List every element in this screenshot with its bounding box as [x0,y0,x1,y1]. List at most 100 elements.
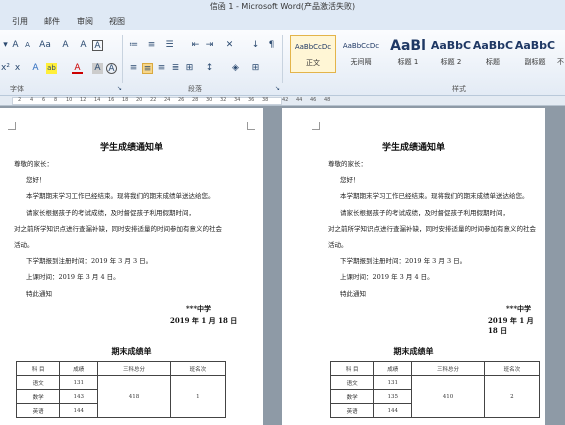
ruler-label: 18 [122,97,129,103]
numbering-icon[interactable]: ≡ [146,40,157,51]
shading-icon[interactable]: ◈ [230,63,241,74]
grades-table: 科 目 成绩 三科总分 班名次 语文 131 410 2 数学 135 英语 1… [329,361,541,418]
ruler-label: 48 [324,97,331,103]
char-border-icon[interactable]: A [92,40,103,51]
chinese-layout-icon[interactable]: ✕ [224,40,235,51]
table-header: 班名次 [483,361,541,376]
style-name: 无间隔 [350,58,372,66]
multilevel-list-icon[interactable]: ☰ [164,40,175,51]
ruler-label: 28 [192,97,199,103]
document-page-right[interactable]: 学生成绩通知单 尊敬的家长： 您好！ 本学期期末学习工作已经结束。现将我们的期末… [282,108,545,425]
body-line: 上课时间：2019 年 3 月 4 日。 [340,273,434,281]
table-title: 期末成绩单 [393,346,434,356]
rank-cell: 2 [483,375,541,418]
style-heading-2[interactable]: AaBbC 标题 2 [428,35,474,73]
style-preview: AaBl [390,38,426,54]
ruler-label: 36 [248,97,255,103]
tab-view[interactable]: 视图 [109,16,125,27]
style-heading-1[interactable]: AaBl 标题 1 [385,35,431,73]
ruler-label: 6 [42,97,46,103]
ruler-label: 4 [30,97,34,103]
window-title: 信函 1 - Microsoft Word(产品激活失败) [209,2,356,11]
align-right-icon[interactable]: ≡ [156,63,167,74]
tab-review[interactable]: 审阅 [77,16,93,27]
subject-cell: 数学 [15,389,61,404]
text-effect-icon[interactable]: A [30,63,41,74]
change-case-icon[interactable]: Aa [37,40,53,51]
borders-icon[interactable]: ⊞ [250,63,261,74]
grow-font-icon[interactable]: A [10,40,21,51]
margin-corner-mark [8,122,16,130]
table-header: 三科总分 [411,361,485,376]
align-center-icon[interactable]: ≡ [142,63,153,74]
style-preview: AaBbC [430,39,472,52]
distributed-icon[interactable]: ⊞ [184,63,195,74]
subject-cell: 语文 [15,375,61,390]
font-color-icon[interactable]: A [72,63,83,74]
font-dialog-launcher-icon[interactable]: ↘ [114,83,125,94]
body-line: 下学期报到注册时间：2019 年 3 月 3 日。 [26,257,153,265]
style-name: 副标题 [524,58,546,66]
document-page-left[interactable]: 学生成绩通知单 尊敬的家长： 您好！ 本学期期末学习工作已经结束。现将我们的期末… [0,108,263,425]
style-name: 标题 1 [397,58,419,66]
ruler-label: 14 [94,97,101,103]
style-title[interactable]: AaBbC 标题 [470,35,516,73]
ruler-label: 46 [310,97,317,103]
paragraph-group-label: 段落 [188,85,202,93]
enclose-char-icon[interactable]: A [106,63,117,74]
decrease-indent-icon[interactable]: ⇤ [190,40,201,51]
font-group-label: 字体 [10,85,24,93]
title-bar: 信函 1 - Microsoft Word(产品激活失败) [0,0,565,14]
show-marks-icon[interactable]: ¶ [266,40,277,51]
ruler-label: 16 [108,97,115,103]
bullets-icon[interactable]: ≔ [128,40,139,51]
body-line: 本学期期末学习工作已经结束。现将我们的期末成绩单送达给您。 [26,192,215,200]
align-left-icon[interactable]: ≡ [128,63,139,74]
body-line: 下学期报到注册时间：2019 年 3 月 3 日。 [340,257,467,265]
ruler-scale [12,97,282,105]
ruler-label: 26 [178,97,185,103]
body-line: 特此通知 [340,290,366,298]
ruler-label: 24 [164,97,171,103]
char-shading-icon[interactable]: A [92,63,103,74]
body-line: 请家长根据孩子的考试成绩，及时督促孩子利用假期时间， [340,209,509,217]
margin-corner-mark [247,122,255,130]
increase-indent-icon[interactable]: ⇥ [204,40,215,51]
clear-format-icon[interactable]: A [60,40,71,51]
shrink-font-icon[interactable]: A [22,40,33,51]
style-more[interactable]: 不 [556,35,565,73]
salutation: 尊敬的家长： [14,160,53,168]
ruler-label: 38 [262,97,269,103]
issue-date: 2019 年 1 月 18 日 [488,316,534,335]
score-cell: 135 [373,389,413,404]
score-cell: 144 [373,403,413,418]
body-line: 对之前所学知识点进行查漏补缺，同时安排适量的时间参加有意义的社会 [328,225,536,233]
grades-table: 科 目 成绩 三科总分 班名次 语文 131 418 1 数学 143 英语 1… [15,361,227,418]
ruler-label: 20 [136,97,143,103]
ribbon-separator [282,35,283,83]
style-no-spacing[interactable]: AaBbCcDc 无间隔 [338,35,384,73]
horizontal-ruler[interactable]: 2 4 6 8 10 12 14 16 18 20 22 24 26 28 30… [0,96,565,106]
superscript-icon[interactable]: x² [0,63,11,74]
style-normal[interactable]: AaBbCcDc 正文 [290,35,336,73]
subscript-icon[interactable]: x [12,63,23,74]
highlight-icon[interactable]: ab [46,63,57,74]
table-header: 科 目 [329,361,375,376]
tab-references[interactable]: 引用 [12,16,28,27]
ruler-label: 44 [296,97,303,103]
body-line: 活动。 [328,241,348,249]
salutation: 尊敬的家长： [328,160,367,168]
school-name: ***中学 [186,304,211,313]
tab-mailings[interactable]: 邮件 [44,16,60,27]
sort-icon[interactable]: ↓ [250,40,261,51]
style-subtitle[interactable]: AaBbC 副标题 [512,35,558,73]
paragraph-dialog-launcher-icon[interactable]: ↘ [272,83,283,94]
score-cell: 131 [59,375,99,390]
style-preview: AaBbCcDc [342,42,380,50]
score-cell: 131 [373,375,413,390]
justify-icon[interactable]: ≣ [170,63,181,74]
phonetic-guide-icon[interactable]: A [78,40,89,51]
body-line: 本学期期末学习工作已经结束。现将我们的期末成绩单送达给您。 [340,192,529,200]
line-spacing-icon[interactable]: ↕ [204,63,215,74]
style-name: 不 [557,58,564,66]
